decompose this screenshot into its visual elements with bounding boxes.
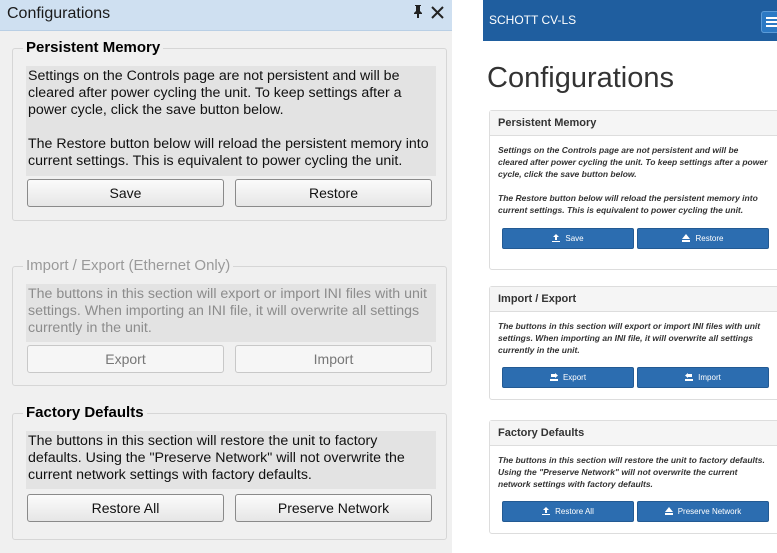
web-restore-label: Restore (695, 234, 724, 243)
persistent-memory-group: Persistent Memory Settings on the Contro… (12, 38, 447, 221)
persistent-memory-card: Persistent Memory Settings on the Contro… (489, 110, 777, 270)
pin-icon[interactable] (412, 4, 424, 22)
web-import-button[interactable]: Import (637, 367, 769, 388)
web-export-button[interactable]: Export (502, 367, 634, 388)
web-restore-all-button[interactable]: Restore All (502, 501, 634, 522)
upload-icon (542, 507, 551, 515)
card-para1: Settings on the Controls page are not pe… (498, 145, 768, 179)
card-title: Persistent Memory (498, 117, 597, 129)
card-header: Persistent Memory (490, 111, 777, 136)
card-description: Settings on the Controls page are not pe… (498, 144, 770, 216)
card-description: The buttons in this section will export … (498, 321, 761, 355)
factory-defaults-title: Factory Defaults (23, 403, 147, 423)
restore-all-button[interactable]: Restore All (27, 494, 224, 522)
export-icon (549, 373, 558, 381)
close-icon[interactable] (431, 3, 444, 24)
preserve-network-button[interactable]: Preserve Network (235, 494, 432, 522)
export-button[interactable]: Export (27, 345, 224, 373)
card-description: The buttons in this section will restore… (498, 455, 765, 489)
upload-icon (552, 234, 561, 242)
page-title: Configurations (487, 62, 674, 94)
import-export-card: Import / Export The buttons in this sect… (489, 286, 777, 400)
eject-icon (682, 234, 691, 242)
card-header: Import / Export (490, 287, 777, 312)
brand-link[interactable]: SCHOTT CV-LS (489, 13, 576, 27)
web-import-label: Import (698, 373, 721, 382)
import-export-title: Import / Export (Ethernet Only) (23, 256, 234, 276)
navbar: SCHOTT CV-LS (483, 0, 777, 41)
import-button[interactable]: Import (235, 345, 432, 373)
save-button[interactable]: Save (27, 179, 224, 207)
factory-defaults-card: Factory Defaults The buttons in this sec… (489, 420, 777, 534)
import-export-group: Import / Export (Ethernet Only) The butt… (12, 256, 447, 386)
import-export-description: The buttons in this section will export … (26, 284, 436, 342)
card-title: Import / Export (498, 293, 577, 305)
persistent-memory-description: Settings on the Controls page are not pe… (26, 66, 436, 176)
web-restore-button[interactable]: Restore (637, 228, 769, 249)
web-preserve-network-label: Preserve Network (677, 507, 742, 516)
web-config-page: SCHOTT CV-LS Configurations Persistent M… (483, 0, 777, 553)
factory-defaults-description: The buttons in this section will restore… (26, 431, 436, 489)
persistent-memory-para2: The Restore button below will reload the… (28, 136, 429, 169)
web-preserve-network-button[interactable]: Preserve Network (637, 501, 769, 522)
web-restore-all-label: Restore All (555, 507, 594, 516)
panel-titlebar: Configurations (0, 0, 452, 31)
persistent-memory-title: Persistent Memory (23, 38, 164, 58)
eject-icon (664, 507, 673, 515)
web-save-label: Save (565, 234, 584, 243)
hamburger-icon[interactable] (761, 11, 777, 33)
web-save-button[interactable]: Save (502, 228, 634, 249)
persistent-memory-para1: Settings on the Controls page are not pe… (28, 68, 402, 118)
card-title: Factory Defaults (498, 427, 585, 439)
card-para2: The Restore button below will reload the… (498, 193, 758, 215)
factory-defaults-group: Factory Defaults The buttons in this sec… (12, 403, 447, 540)
import-icon (685, 373, 694, 381)
panel-title: Configurations (7, 5, 111, 22)
desktop-config-panel: Configurations Persistent Memory Setting… (0, 0, 452, 553)
card-header: Factory Defaults (490, 421, 777, 446)
restore-button[interactable]: Restore (235, 179, 432, 207)
web-export-label: Export (562, 373, 587, 382)
